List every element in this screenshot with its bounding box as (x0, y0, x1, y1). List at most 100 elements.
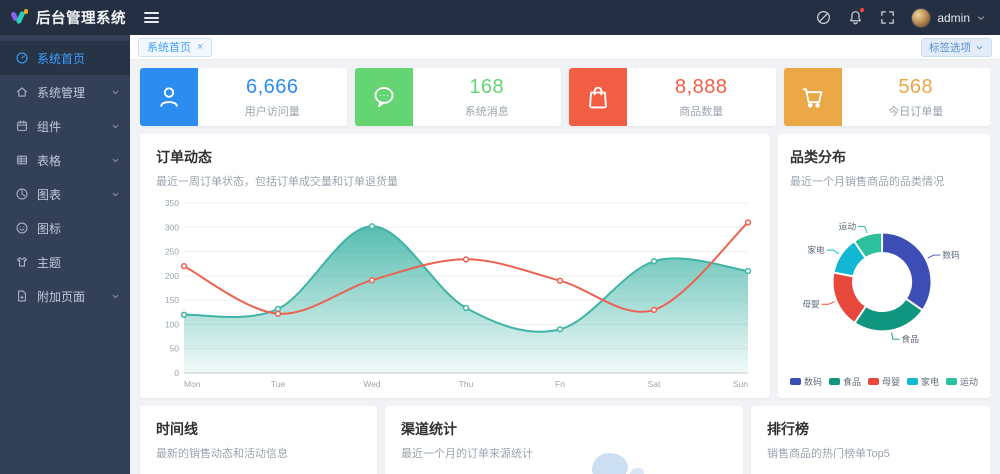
svg-text:母婴: 母婴 (802, 299, 820, 309)
tab-close-icon[interactable]: × (197, 42, 203, 53)
sidebar-item-2[interactable]: 组件 (0, 109, 130, 143)
smiley-icon (15, 221, 29, 235)
fullscreen-icon[interactable] (879, 9, 896, 26)
table-icon (15, 153, 29, 167)
legend-swatch (790, 378, 801, 385)
sidebar-item-1[interactable]: 系统管理 (0, 75, 130, 109)
svg-text:Sat: Sat (648, 379, 661, 389)
svg-text:家电: 家电 (807, 244, 825, 255)
card-subtitle: 最近一个月的订单来源统计 (401, 445, 727, 461)
card-subtitle: 最近一周订单状态，包括订单成交量和订单退货量 (156, 173, 754, 189)
sidebar-item-6[interactable]: 主题 (0, 245, 130, 279)
sidebar-item-5[interactable]: 图标 (0, 211, 130, 245)
stat-value: 568 (898, 76, 933, 99)
tab-options-button[interactable]: 标签选项 (921, 38, 992, 57)
card-title: 订单动态 (156, 147, 754, 167)
sidebar: 系统首页系统管理组件表格图表图标主题附加页面 (0, 35, 130, 474)
pie-clock-icon (15, 187, 29, 201)
svg-text:Fri: Fri (555, 379, 565, 389)
stat-label: 用户访问量 (245, 103, 300, 119)
cart-icon (784, 68, 842, 126)
channel-stats-card: 渠道统计 最近一个月的订单来源统计 (385, 406, 743, 474)
sidebar-item-0[interactable]: 系统首页 (0, 41, 130, 75)
category-distribution-card: 品类分布 最近一个月销售商品的品类情况 数码食品母婴家电运动 数码食品母婴家电运… (778, 134, 990, 398)
legend-item[interactable]: 家电 (907, 375, 939, 388)
sidebar-item-7[interactable]: 附加页面 (0, 279, 130, 313)
chevron-down-icon (111, 156, 120, 165)
svg-text:Mon: Mon (184, 379, 201, 389)
main-area: 系统首页 × 标签选项 6,666 用户访问量 168 系统消息 8,888 商品数量 56… (130, 35, 1000, 474)
svg-text:Tue: Tue (271, 379, 286, 389)
legend-item[interactable]: 运动 (946, 375, 978, 388)
stat-card-0: 6,666 用户访问量 (140, 68, 347, 126)
avatar[interactable] (911, 8, 931, 28)
collapse-menu-icon[interactable] (140, 6, 163, 30)
order-line-chart: 050100150200250300350MonTueWedThuFriSatS… (156, 193, 754, 405)
chevron-down-icon (111, 292, 120, 301)
home-icon (15, 85, 29, 99)
stat-value: 8,888 (675, 76, 728, 99)
legend-item[interactable]: 数码 (790, 375, 822, 388)
user-menu[interactable]: admin (911, 8, 986, 28)
sidebar-menu: 系统首页系统管理组件表格图表图标主题附加页面 (0, 35, 130, 313)
stat-label: 今日订单量 (888, 103, 943, 119)
svg-text:300: 300 (165, 222, 179, 232)
app-logo-icon (11, 9, 28, 26)
sidebar-item-4[interactable]: 图表 (0, 177, 130, 211)
category-donut-chart: 数码食品母婴家电运动 (790, 189, 978, 375)
timeline-card: 时间线 最新的销售动态和活动信息 收藏商品 30分钟前 xxx收藏了 (140, 406, 377, 474)
legend-swatch (907, 378, 918, 385)
legend-item[interactable]: 母婴 (868, 375, 900, 388)
svg-text:数码: 数码 (942, 249, 960, 260)
tab-bar: 系统首页 × 标签选项 (130, 35, 1000, 60)
legend-swatch (946, 378, 957, 385)
svg-text:350: 350 (165, 198, 179, 208)
card-title: 时间线 (156, 419, 361, 439)
logo-area: 后台管理系统 (0, 7, 130, 28)
tshirt-icon (15, 255, 29, 269)
card-title: 品类分布 (790, 147, 978, 167)
chevron-down-icon (976, 13, 986, 23)
calendar-icon (15, 119, 29, 133)
svg-text:200: 200 (165, 271, 179, 281)
stat-value: 168 (469, 76, 504, 99)
stat-value: 6,666 (246, 76, 299, 99)
top-header: 后台管理系统 (0, 0, 1000, 35)
card-title: 渠道统计 (401, 419, 727, 439)
bottom-row: 时间线 最新的销售动态和活动信息 收藏商品 30分钟前 xxx收藏了 (140, 406, 990, 474)
svg-text:Sun: Sun (733, 379, 748, 389)
charts-row: 订单动态 最近一周订单状态，包括订单成交量和订单退货量 050100150200… (140, 134, 990, 398)
stat-card-1: 168 系统消息 (355, 68, 562, 126)
stat-card-3: 568 今日订单量 (784, 68, 991, 126)
svg-text:50: 50 (170, 344, 180, 354)
tab-label: 系统首页 (147, 39, 191, 55)
china-map-chart-part (630, 468, 644, 474)
sidebar-item-3[interactable]: 表格 (0, 143, 130, 177)
user-name: admin (937, 11, 970, 25)
svg-text:100: 100 (165, 319, 179, 329)
legend-item[interactable]: 食品 (829, 375, 861, 388)
svg-text:250: 250 (165, 247, 179, 257)
tab-home[interactable]: 系统首页 × (138, 38, 212, 57)
stat-card-2: 8,888 商品数量 (569, 68, 776, 126)
header-actions: admin (815, 8, 1000, 28)
notification-badge (859, 7, 865, 13)
bell-icon[interactable] (847, 9, 864, 26)
svg-text:Thu: Thu (459, 379, 474, 389)
ranking-card: 排行榜 销售商品的热门榜单Top5 1 手机 销量：10000 (751, 406, 990, 474)
svg-text:食品: 食品 (902, 333, 920, 344)
donut-legend: 数码食品母婴家电运动 (790, 375, 978, 392)
card-subtitle: 最新的销售动态和活动信息 (156, 445, 361, 461)
stat-label: 系统消息 (465, 103, 509, 119)
slash-circle-icon[interactable] (815, 9, 832, 26)
legend-swatch (868, 378, 879, 385)
user-icon (140, 68, 198, 126)
card-subtitle: 最近一个月销售商品的品类情况 (790, 173, 978, 189)
bag-icon (569, 68, 627, 126)
chevron-down-icon (111, 122, 120, 131)
chevron-down-icon (111, 88, 120, 97)
dashboard-icon (15, 51, 29, 65)
stat-label: 商品数量 (679, 103, 723, 119)
message-icon (355, 68, 413, 126)
dashboard-content: 6,666用户访问量168系统消息8,888商品数量568今日订单量 订单动态 … (130, 60, 1000, 474)
